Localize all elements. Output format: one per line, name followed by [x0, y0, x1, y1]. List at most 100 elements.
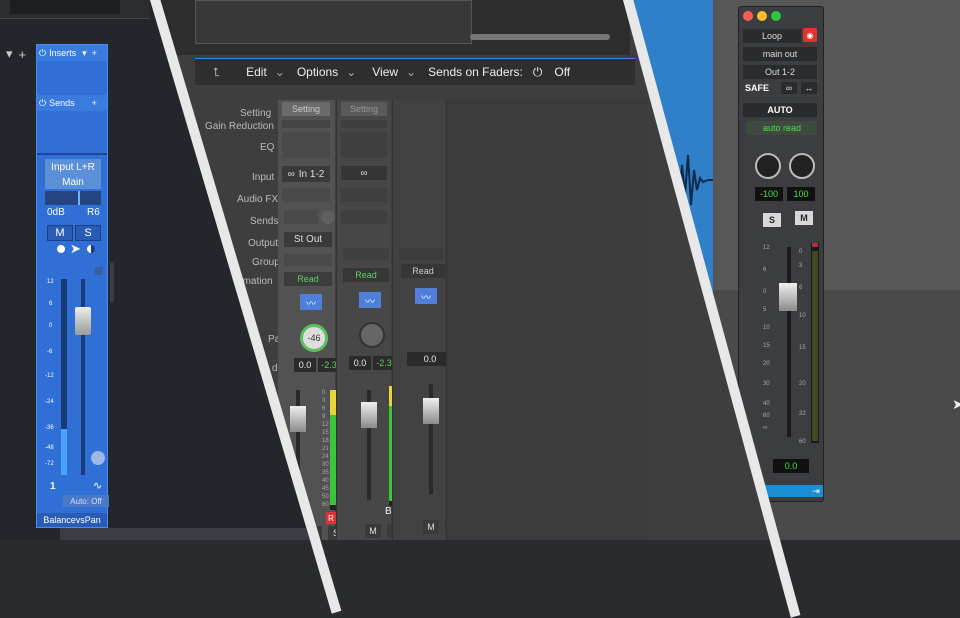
pan-left-knob[interactable]	[755, 153, 781, 179]
mute-button[interactable]: M	[47, 225, 73, 241]
pan-slider[interactable]	[45, 191, 101, 205]
studio-bottom-scroll[interactable]	[60, 528, 310, 540]
send-slot[interactable]	[284, 210, 318, 224]
fader-track	[787, 247, 791, 437]
minimize-window-icon[interactable]	[757, 11, 767, 21]
volume-readout: 0dB	[47, 207, 65, 218]
chevron-down-icon[interactable]: ⌄	[275, 65, 285, 79]
volume-display[interactable]: 0.0	[349, 356, 371, 370]
pan-dial-icon[interactable]	[91, 451, 105, 465]
automation-mode[interactable]: Read	[343, 268, 389, 282]
eq-display[interactable]	[282, 132, 330, 158]
scale-label: 40	[763, 401, 770, 407]
scale-label: -24	[45, 399, 54, 405]
chevron-down-icon[interactable]: ▾	[6, 46, 13, 62]
monitor-icon[interactable]	[87, 245, 95, 253]
sends-on-faders-off[interactable]: Off	[554, 65, 570, 79]
stereo-width-icon[interactable]: ↔	[801, 82, 817, 94]
record-arm-icon[interactable]	[57, 245, 65, 253]
output-selector[interactable]: Out 1-2	[743, 65, 817, 79]
scale-label: 60	[322, 502, 329, 508]
pan-right-display[interactable]: 100	[787, 187, 815, 201]
setting-button[interactable]: Setting	[341, 102, 387, 116]
power-icon[interactable]: ⏻	[39, 98, 46, 109]
record-enable-icon[interactable]: ◉	[803, 28, 817, 42]
view-menu[interactable]: View	[372, 65, 398, 79]
setting-button[interactable]: Setting	[282, 102, 330, 116]
add-icon[interactable]: +	[19, 47, 27, 62]
row-label-sends: Sends	[250, 216, 279, 227]
automation-mode-selector[interactable]: auto read	[747, 121, 817, 135]
send-slot[interactable]	[341, 210, 387, 224]
scale-label: 12	[322, 422, 329, 428]
sends-header[interactable]: ⏻ Sends +	[37, 95, 107, 111]
selected-channel-strip[interactable]: ⏻ Inserts ▾ + ⏻ Sends + Input L+R Main 0dB R6…	[36, 44, 109, 528]
pan-knob[interactable]: -46	[300, 324, 328, 352]
input-selector[interactable]: Loop	[743, 29, 801, 43]
power-icon[interactable]: ⏻	[533, 65, 543, 80]
main-out-selector[interactable]: main out	[743, 47, 817, 61]
automation-mode[interactable]: Read	[401, 264, 445, 278]
scale-label: 50	[322, 494, 329, 500]
output-selector[interactable]: Main	[45, 175, 101, 189]
pan-right-knob[interactable]	[789, 153, 815, 179]
options-menu[interactable]: Options	[297, 65, 338, 79]
cursor-icon: ➤	[952, 396, 960, 412]
safe-button[interactable]: SAFE	[745, 83, 769, 93]
volume-fader-knob[interactable]	[361, 402, 377, 428]
scale-label: 21	[322, 446, 329, 452]
volume-fader-knob[interactable]	[290, 406, 306, 432]
scale-label: 45	[322, 486, 329, 492]
channel-name[interactable]: BalancevsPan	[37, 513, 107, 527]
volume-fader-knob[interactable]	[423, 398, 439, 424]
volume-fader-knob[interactable]	[75, 307, 91, 335]
group-slot[interactable]	[399, 248, 443, 260]
volume-fader-knob[interactable]	[779, 283, 797, 311]
studio-fader-scale: 12 6 0 -6 -12 -24 -36 -48 -72	[37, 275, 59, 475]
chevron-down-icon[interactable]: ⌄	[346, 65, 356, 79]
mute-button[interactable]: M	[795, 211, 813, 225]
volume-display[interactable]: 0.0	[294, 358, 316, 372]
add-icon[interactable]: +	[92, 98, 97, 108]
scale-label: 18	[322, 438, 329, 444]
meter-fill	[61, 429, 67, 475]
group-slot[interactable]	[284, 254, 332, 266]
input-selector[interactable]: Input L+R	[45, 159, 101, 175]
close-window-icon[interactable]	[743, 11, 753, 21]
output-slot[interactable]: St Out	[284, 232, 332, 247]
automation-button[interactable]: Auto: Off	[63, 495, 109, 507]
solo-button[interactable]: S	[75, 225, 101, 241]
link-icon[interactable]: ∞	[341, 166, 387, 180]
volume-display[interactable]: 0.0	[773, 459, 809, 473]
group-slot[interactable]	[343, 248, 389, 260]
meter-toggle[interactable]	[95, 267, 103, 275]
edit-menu[interactable]: Edit	[246, 65, 267, 79]
scale-label: 12	[47, 279, 54, 285]
automation-mode[interactable]: Read	[284, 272, 332, 286]
pan-left-display[interactable]: -100	[755, 187, 783, 201]
chevron-down-icon[interactable]: ⌄	[406, 65, 416, 79]
horizontal-scrollbar[interactable]	[470, 34, 610, 40]
power-icon[interactable]: ⏻	[39, 48, 46, 59]
mute-button[interactable]: M	[365, 524, 381, 538]
eq-display[interactable]	[341, 132, 387, 158]
pan-knob[interactable]	[359, 322, 385, 348]
solo-button[interactable]: S	[763, 213, 781, 227]
back-icon[interactable]: ⮤	[213, 65, 220, 80]
maximize-window-icon[interactable]	[771, 11, 781, 21]
channel-number: 1	[50, 481, 56, 492]
studio-scrollbar[interactable]	[110, 262, 114, 302]
divider	[37, 153, 107, 155]
row-label-group: Group	[252, 257, 280, 268]
chevron-down-icon[interactable]: ▾	[82, 48, 87, 59]
scale-label: -12	[45, 373, 54, 379]
audio-fx-slot[interactable]	[341, 188, 387, 202]
inserts-header[interactable]: ⏻ Inserts ▾ +	[37, 45, 107, 61]
mute-button[interactable]: M	[423, 520, 439, 534]
input-slot[interactable]: ∞ In 1-2	[282, 166, 330, 182]
send-level-knob[interactable]	[321, 210, 335, 224]
output-icon[interactable]: ⇥	[809, 485, 823, 497]
add-icon[interactable]: +	[92, 48, 97, 58]
audio-fx-slot[interactable]	[282, 188, 330, 202]
link-icon[interactable]: ∞	[781, 82, 797, 94]
